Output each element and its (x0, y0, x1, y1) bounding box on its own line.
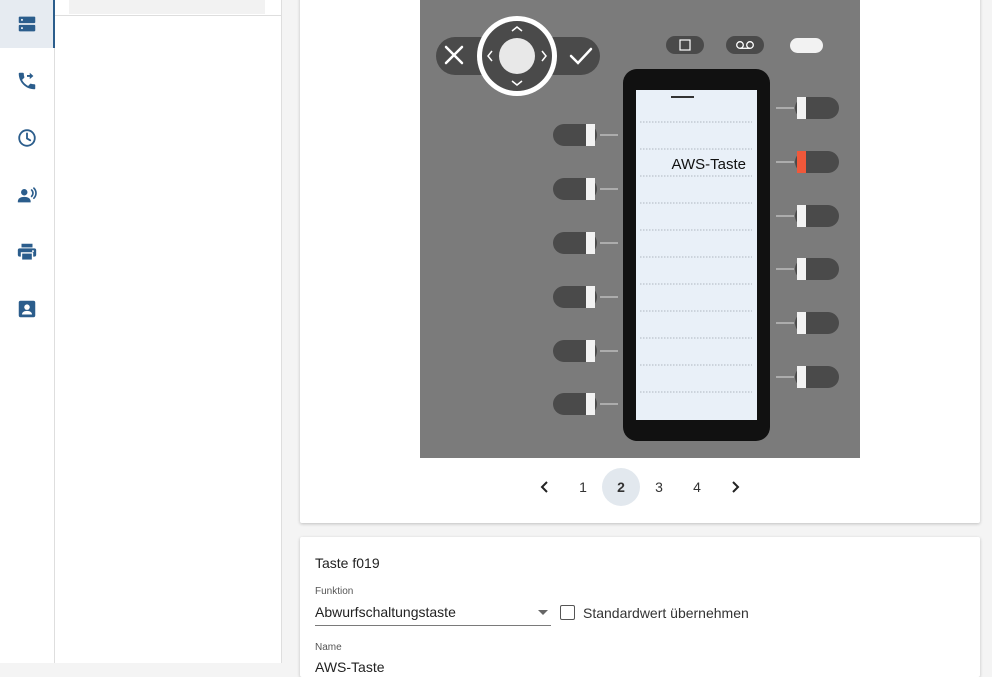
speaker-key[interactable] (666, 36, 704, 54)
nav-history[interactable] (0, 114, 54, 162)
navigation-rail (0, 0, 55, 663)
next-page-button[interactable] (716, 468, 754, 506)
key-settings-card: Taste f019 Funktion Abwurfschaltungstast… (300, 537, 980, 677)
key-title: Taste f019 (315, 555, 380, 571)
display-key-label: AWS-Taste (672, 156, 746, 173)
phone-preview-card: AWS-Taste 1 2 3 4 (300, 0, 980, 523)
nav-contacts[interactable] (0, 285, 54, 333)
call-forward-icon (18, 72, 36, 90)
use-default-label[interactable]: Standardwert übernehmen (583, 605, 749, 621)
dropdown-arrow-icon (538, 610, 548, 615)
nav-voicemail-user[interactable] (0, 171, 54, 219)
function-label: Funktion (315, 586, 354, 597)
phone-illustration: AWS-Taste (420, 0, 860, 458)
server-icon (18, 16, 36, 32)
use-default-checkbox[interactable] (560, 605, 575, 620)
printer-icon (17, 243, 37, 261)
pagination: 1 2 3 4 (300, 468, 980, 506)
chevron-left-icon (540, 481, 548, 493)
voicemail-key[interactable] (726, 36, 764, 54)
voice-user-icon (17, 187, 37, 203)
clock-icon (18, 129, 36, 147)
name-label: Name (315, 642, 342, 653)
nav-server[interactable] (0, 0, 55, 48)
panel-list-item[interactable] (69, 0, 265, 14)
display-screen (636, 90, 757, 420)
panel-divider (55, 15, 281, 16)
nav-print[interactable] (0, 228, 54, 276)
nav-call-forward[interactable] (0, 57, 54, 105)
page-button-2[interactable]: 2 (602, 468, 640, 506)
function-select[interactable]: Abwurfschaltungstaste (315, 601, 551, 626)
function-select-value: Abwurfschaltungstaste (315, 604, 456, 620)
blank-function-key[interactable] (790, 38, 823, 53)
nav-center-key[interactable] (499, 38, 535, 74)
previous-page-button[interactable] (526, 468, 564, 506)
page-button-3[interactable]: 3 (640, 468, 678, 506)
chevron-right-icon (732, 481, 740, 493)
name-input[interactable]: AWS-Taste (315, 659, 385, 675)
page-button-1[interactable]: 1 (564, 468, 602, 506)
page-button-4[interactable]: 4 (678, 468, 716, 506)
secondary-panel (55, 0, 282, 663)
contact-card-icon (18, 300, 36, 318)
